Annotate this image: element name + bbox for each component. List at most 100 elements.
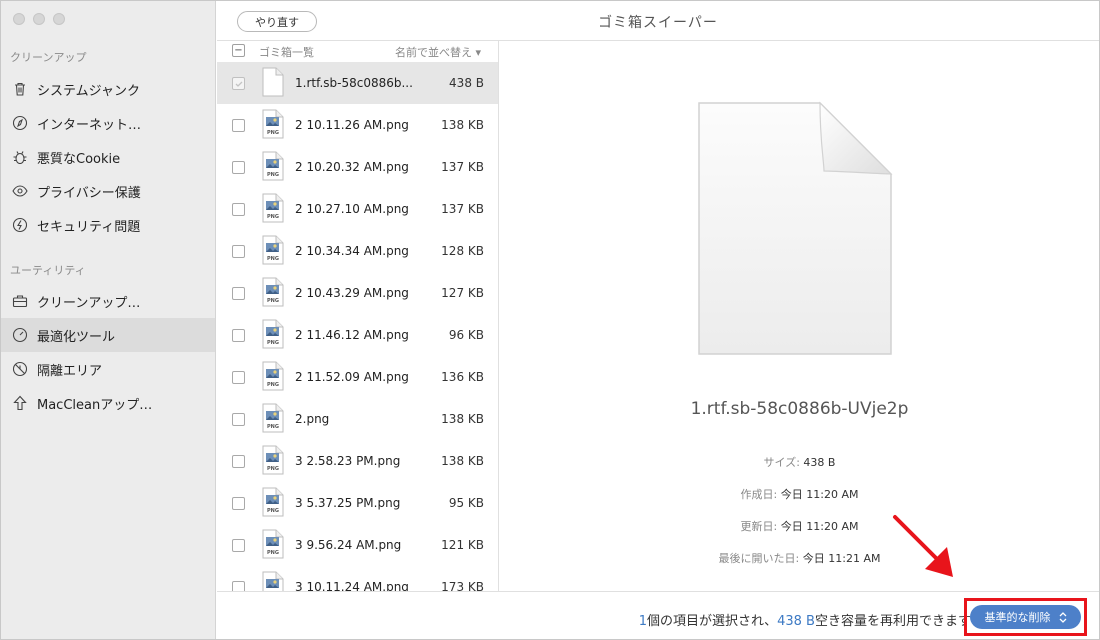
sidebar-item-label: 隔離エリア <box>37 363 103 379</box>
close-window-button[interactable] <box>13 13 25 25</box>
file-checkbox[interactable] <box>232 244 245 258</box>
file-row[interactable]: PNG 3 5.37.25 PM.png 95 KB <box>217 482 498 524</box>
sidebar-item-label: システムジャンク <box>37 83 140 99</box>
zoom-window-button[interactable] <box>53 13 65 25</box>
png-file-icon: PNG <box>262 151 284 181</box>
selection-summary: 1個の項目が選択され、438 B空き容量を再利用できます <box>638 614 971 629</box>
file-row[interactable]: PNG 2 10.43.29 AM.png 127 KB <box>217 272 498 314</box>
file-name: 2 11.52.09 AM.png <box>295 370 409 384</box>
sort-dropdown[interactable]: 名前で並べ替え ▾ <box>395 44 481 60</box>
png-file-icon: PNG <box>262 193 284 223</box>
file-name: 2 10.20.32 AM.png <box>295 160 409 174</box>
delete-button[interactable]: 基準的な削除 <box>970 605 1081 629</box>
file-name: 2 10.11.26 AM.png <box>295 118 409 132</box>
file-row[interactable]: PNG 3 9.56.24 AM.png 121 KB <box>217 524 498 566</box>
document-preview-icon <box>698 101 893 355</box>
file-checkbox[interactable] <box>232 496 245 510</box>
sidebar-item-update[interactable]: MacCleanアップ… <box>1 386 215 420</box>
sidebar-item-security[interactable]: セキュリティ問題 <box>1 208 215 242</box>
sort-label: 名前で並べ替え <box>394 46 472 59</box>
file-row[interactable]: PNG 3 10.11.24 AM.png 173 KB <box>217 566 498 591</box>
file-size: 128 KB <box>441 244 484 258</box>
file-row[interactable]: PNG 3 2.58.23 PM.png 138 KB <box>217 440 498 482</box>
svg-text:PNG: PNG <box>267 172 279 178</box>
meta-created: 作成日: 今日 11:20 AM <box>740 488 859 501</box>
meta-modified: 更新日: 今日 11:20 AM <box>740 520 859 533</box>
file-size: 96 KB <box>448 328 484 342</box>
sidebar-item-label: クリーンアップ… <box>37 295 141 311</box>
sidebar-item-system-junk[interactable]: システムジャンク <box>1 72 215 106</box>
list-header-label: ゴミ箱一覧 <box>259 46 314 59</box>
sidebar-item-label: プライバシー保護 <box>37 185 141 201</box>
file-row[interactable]: PNG 2 11.52.09 AM.png 136 KB <box>217 356 498 398</box>
compass-icon <box>11 114 29 132</box>
sidebar-item-cookies[interactable]: 悪質なCookie <box>1 140 215 174</box>
sidebar: クリーンアップ システムジャンク インターネット… 悪質なCookie プライバ… <box>1 1 216 639</box>
sidebar-item-optimizer[interactable]: 最適化ツール <box>1 318 215 352</box>
file-size: 138 KB <box>441 454 484 468</box>
svg-text:PNG: PNG <box>267 550 279 556</box>
sidebar-item-quarantine[interactable]: 隔離エリア <box>1 352 215 386</box>
file-checkbox[interactable] <box>232 118 245 132</box>
file-checkbox[interactable] <box>232 538 245 552</box>
file-row[interactable]: PNG 2.png 138 KB <box>217 398 498 440</box>
png-file-icon: PNG <box>262 235 284 265</box>
select-all-checkbox[interactable]: − <box>232 44 245 57</box>
file-size: 95 KB <box>448 496 484 510</box>
file-size: 121 KB <box>441 538 484 552</box>
file-name: 2 10.34.34 AM.png <box>295 244 409 258</box>
file-row[interactable]: PNG 2 10.34.34 AM.png 128 KB <box>217 230 498 272</box>
briefcase-icon <box>11 292 29 310</box>
file-size: 127 KB <box>441 286 484 300</box>
bug-icon <box>11 148 29 166</box>
chevron-updown-icon <box>1059 611 1066 623</box>
file-size: 136 KB <box>441 370 484 384</box>
sidebar-item-privacy[interactable]: プライバシー保護 <box>1 174 215 208</box>
meta-last-opened: 最後に開いた日: 今日 11:21 AM <box>718 552 881 565</box>
png-file-icon: PNG <box>262 361 284 391</box>
svg-text:PNG: PNG <box>267 424 279 430</box>
svg-text:PNG: PNG <box>267 382 279 388</box>
annotation-arrow-icon <box>893 515 953 577</box>
meta-size: サイズ: 438 B <box>763 456 836 469</box>
app-window: クリーンアップ システムジャンク インターネット… 悪質なCookie プライバ… <box>0 0 1100 640</box>
file-checkbox[interactable] <box>232 580 245 591</box>
trash-icon <box>11 80 29 98</box>
trash-file-list: − ゴミ箱一覧 名前で並べ替え ▾ 1.rtf.sb-58c0886b... 43… <box>217 41 499 591</box>
file-size: 173 KB <box>441 580 484 591</box>
file-name: 3 10.11.24 AM.png <box>295 580 409 591</box>
file-name: 2 10.27.10 AM.png <box>295 202 409 216</box>
file-row[interactable]: PNG 2 11.46.12 AM.png 96 KB <box>217 314 498 356</box>
file-size: 138 KB <box>441 118 484 132</box>
file-checkbox[interactable] <box>232 412 245 426</box>
file-row[interactable]: PNG 2 10.20.32 AM.png 137 KB <box>217 146 498 188</box>
file-checkbox[interactable] <box>232 160 245 174</box>
file-row[interactable]: 1.rtf.sb-58c0886b... 438 B <box>217 62 498 104</box>
svg-text:PNG: PNG <box>267 256 279 262</box>
eye-icon <box>11 182 29 200</box>
file-checkbox[interactable] <box>232 202 245 216</box>
svg-text:PNG: PNG <box>267 466 279 472</box>
file-size: 137 KB <box>441 202 484 216</box>
file-checkbox[interactable] <box>232 454 245 468</box>
file-checkbox[interactable] <box>232 286 245 300</box>
footer-bar: 1個の項目が選択され、438 B空き容量を再利用できます 基準的な削除 <box>217 591 1099 639</box>
file-checkbox[interactable] <box>232 370 245 384</box>
svg-text:PNG: PNG <box>267 214 279 220</box>
svg-text:PNG: PNG <box>267 130 279 136</box>
sidebar-item-cleanup-tool[interactable]: クリーンアップ… <box>1 284 215 318</box>
sidebar-item-label: インターネット… <box>37 117 142 133</box>
sidebar-item-internet[interactable]: インターネット… <box>1 106 215 140</box>
delete-button-label: 基準的な削除 <box>984 611 1051 624</box>
document-file-icon <box>262 67 284 97</box>
page-title: ゴミ箱スイーパー <box>598 15 718 31</box>
minimize-window-button[interactable] <box>33 13 45 25</box>
file-checkbox[interactable] <box>232 76 245 90</box>
sidebar-item-label: セキュリティ問題 <box>37 219 141 235</box>
sidebar-item-label: 悪質なCookie <box>37 151 121 167</box>
file-row[interactable]: PNG 2 10.27.10 AM.png 137 KB <box>217 188 498 230</box>
file-checkbox[interactable] <box>232 328 245 342</box>
file-row[interactable]: PNG 2 10.11.26 AM.png 138 KB <box>217 104 498 146</box>
png-file-icon: PNG <box>262 529 284 559</box>
file-name: 2.png <box>295 412 330 426</box>
